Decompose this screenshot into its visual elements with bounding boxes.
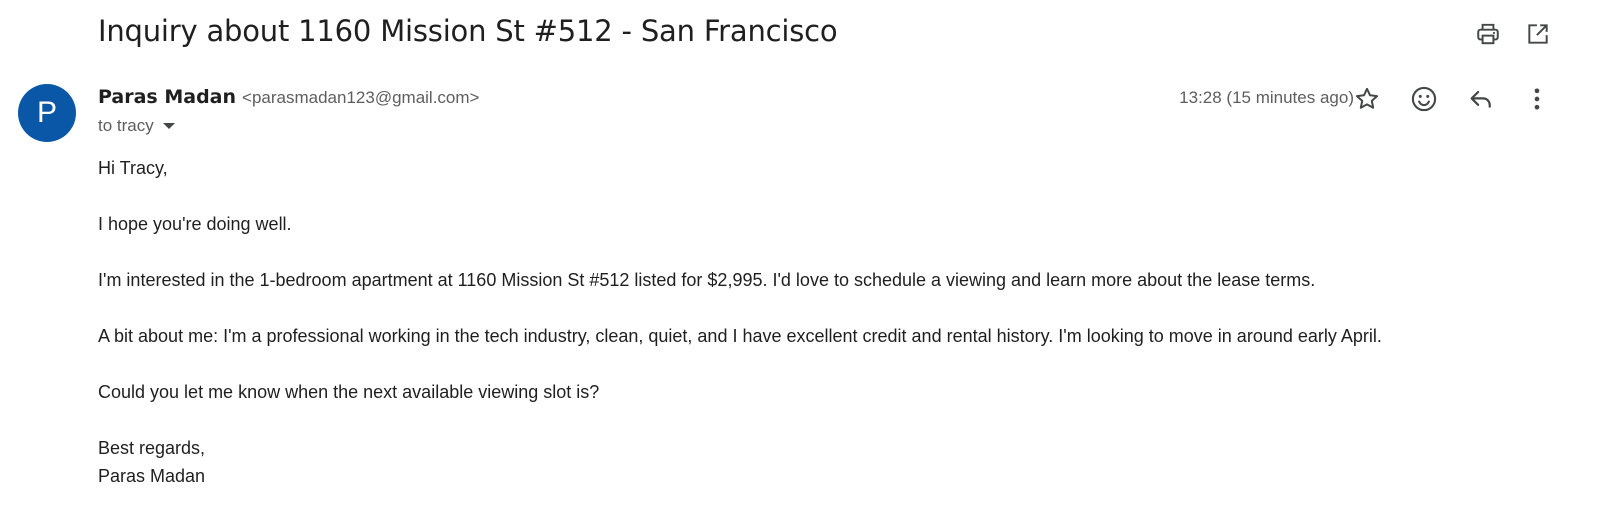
- print-button[interactable]: [1474, 20, 1502, 48]
- email-subject: Inquiry about 1160 Mission St #512 - San…: [98, 14, 838, 48]
- recipient-label: to tracy: [98, 116, 154, 135]
- add-reaction-button[interactable]: [1409, 84, 1439, 114]
- sender-avatar[interactable]: P: [18, 84, 76, 142]
- emoji-reaction-icon: [1411, 86, 1437, 112]
- open-in-new-window-button[interactable]: [1524, 20, 1552, 48]
- sender-name[interactable]: Paras Madan: [98, 86, 236, 108]
- body-paragraph: I'm interested in the 1-bedroom apartmen…: [98, 270, 1316, 290]
- body-paragraph: I hope you're doing well.: [98, 214, 292, 234]
- more-options-button[interactable]: [1522, 84, 1552, 114]
- star-icon: [1355, 87, 1379, 109]
- sender-line: Paras Madan <parasmadan123@gmail.com>: [98, 86, 479, 108]
- star-button[interactable]: [1352, 84, 1382, 114]
- body-signature: Paras Madan: [98, 466, 206, 486]
- email-timestamp: 13:28 (15 minutes ago): [1179, 88, 1354, 107]
- open-in-new-window-icon: [1528, 24, 1548, 44]
- sender-email: <parasmadan123@gmail.com>: [242, 88, 480, 107]
- body-paragraph: Could you let me know when the next avai…: [98, 382, 600, 402]
- reply-button[interactable]: [1466, 84, 1496, 114]
- email-body: Hi Tracy, I hope you're doing well. I'm …: [98, 154, 1382, 490]
- body-greeting: Hi Tracy,: [98, 158, 168, 178]
- chevron-down-icon: [162, 123, 175, 129]
- print-icon: [1477, 23, 1499, 45]
- more-options-icon: [1534, 88, 1540, 110]
- recipient-details-toggle[interactable]: to tracy: [98, 116, 175, 136]
- body-closing: Best regards,: [98, 438, 206, 458]
- reply-icon: [1470, 90, 1491, 108]
- body-paragraph: A bit about me: I'm a professional worki…: [98, 326, 1382, 346]
